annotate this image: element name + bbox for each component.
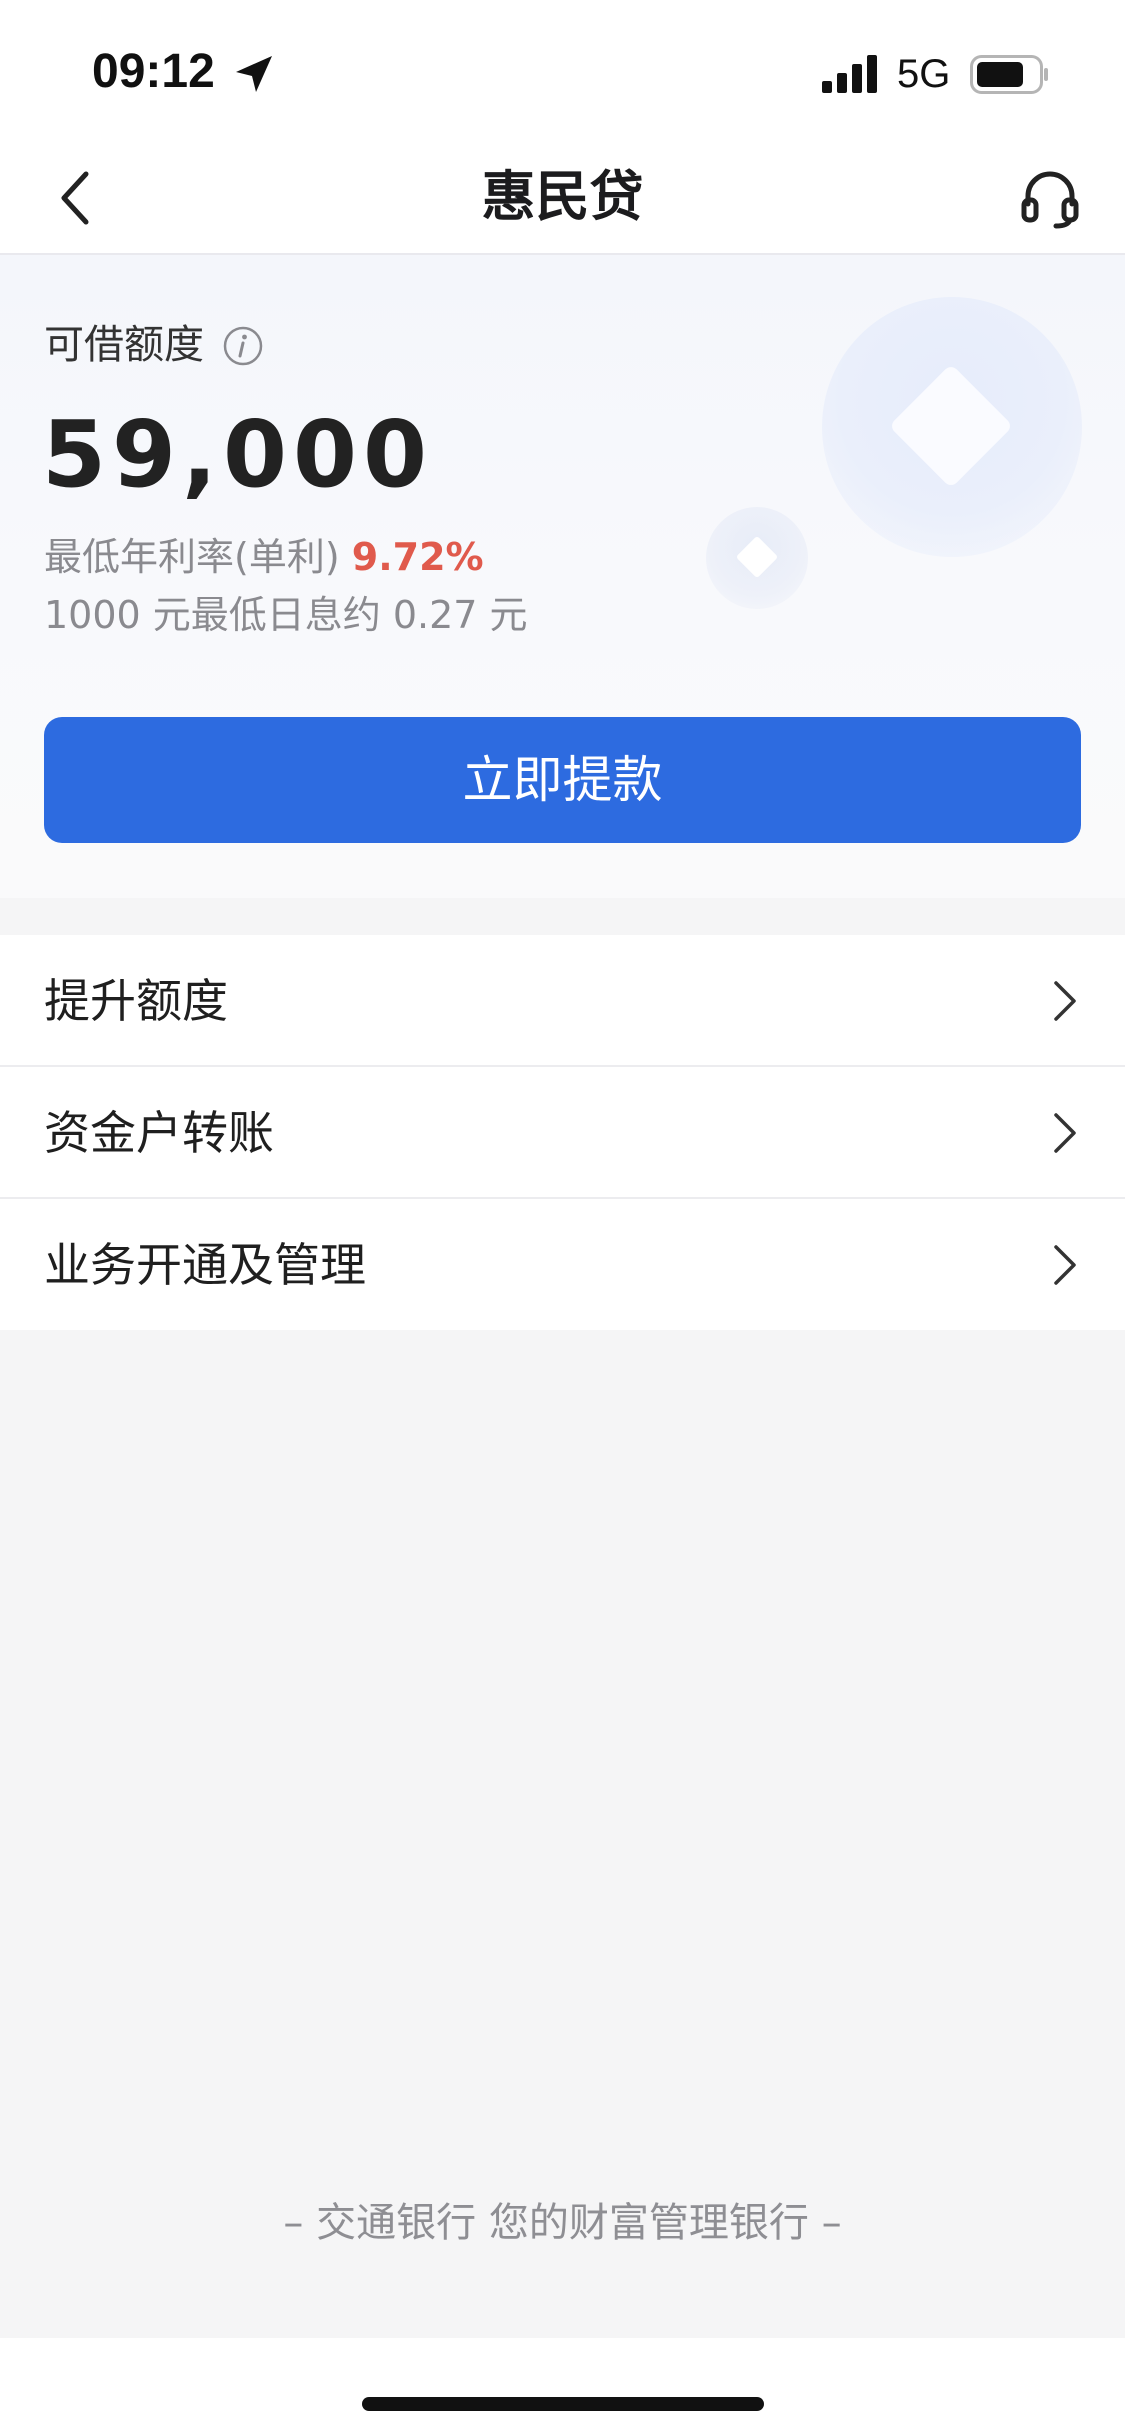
min-rate-label: 最低年利率(单利) <box>44 535 340 579</box>
chevron-right-icon <box>1050 979 1080 1027</box>
service-menu: 提升额度 资金户转账 业务开通及管理 <box>0 935 1125 1330</box>
menu-item-label: 业务开通及管理 <box>44 1238 366 1292</box>
menu-item-service-management[interactable]: 业务开通及管理 <box>0 1199 1125 1330</box>
cellular-signal-icon <box>822 55 882 99</box>
navigation-bar: 惠民贷 <box>0 140 1125 255</box>
back-button[interactable] <box>36 158 116 238</box>
available-limit-amount: 59,000 <box>42 401 434 508</box>
headset-icon <box>1021 171 1079 229</box>
menu-item-fund-transfer[interactable]: 资金户转账 <box>0 1067 1125 1199</box>
status-bar: 09:12 5G <box>0 0 1125 140</box>
chevron-right-icon <box>1050 1111 1080 1159</box>
bank-slogan: – 交通银行 您的财富管理银行 – <box>283 2200 842 2246</box>
chevron-left-icon <box>61 171 89 225</box>
menu-item-raise-limit[interactable]: 提升额度 <box>0 935 1125 1067</box>
battery-icon <box>970 55 1050 99</box>
home-indicator[interactable] <box>362 2397 764 2411</box>
info-icon[interactable] <box>222 325 264 371</box>
available-limit-label: 可借额度 <box>44 322 204 368</box>
status-time: 09:12 <box>92 45 215 98</box>
menu-item-label: 资金户转账 <box>44 1106 274 1160</box>
withdraw-now-button[interactable]: 立即提款 <box>44 717 1081 843</box>
daily-interest-note: 1000 元最低日息约 0.27 元 <box>44 593 528 637</box>
network-type-label: 5G <box>897 52 951 96</box>
customer-service-button[interactable] <box>1010 158 1090 238</box>
chevron-right-icon <box>1050 1243 1080 1291</box>
menu-item-label: 提升额度 <box>44 974 228 1028</box>
location-arrow-icon <box>232 52 276 100</box>
credit-summary-card: 可借额度 59,000 最低年利率(单利) 9.72% 1000 元最低日息约 … <box>0 255 1125 898</box>
home-indicator-area <box>0 2338 1125 2435</box>
min-rate-value: 9.72% <box>351 535 484 579</box>
min-rate-line: 最低年利率(单利) 9.72% <box>44 530 484 584</box>
page-title: 惠民贷 <box>481 165 644 228</box>
